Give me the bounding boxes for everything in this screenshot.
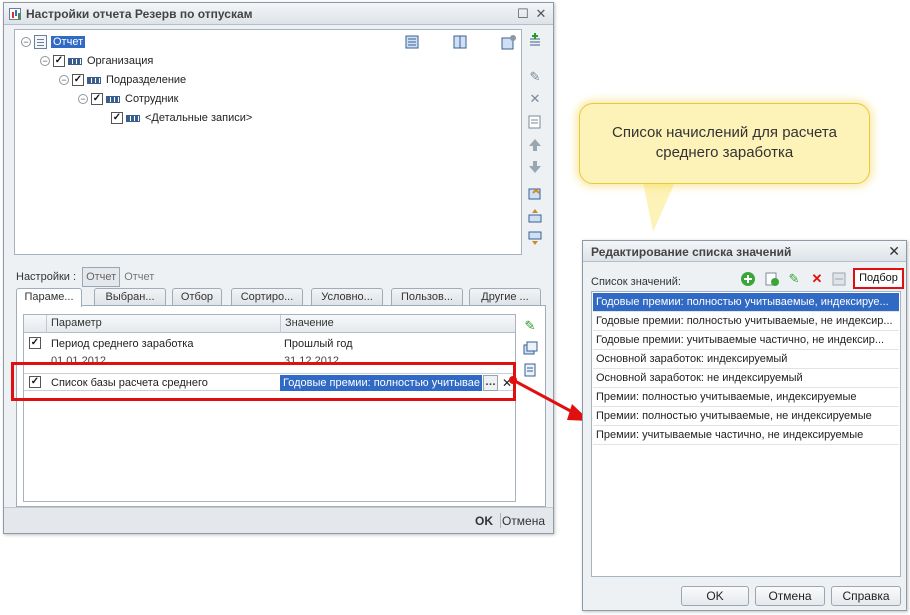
list-item[interactable]: Премии: полностью учитываемые, индексиру…: [593, 388, 899, 407]
select-button[interactable]: Подбор: [853, 268, 904, 289]
list-label: Список значений:: [591, 276, 681, 288]
list-item[interactable]: Премии: полностью учитываемые, не индекс…: [593, 407, 899, 426]
list-item[interactable]: Основной заработок: не индексируемый: [593, 369, 899, 388]
list-item[interactable]: Годовые премии: полностью учитываемые, и…: [593, 293, 899, 312]
window-title: Редактирование списка значений: [591, 245, 792, 259]
edit-icon[interactable]: ✎: [786, 271, 802, 287]
copy-icon[interactable]: [764, 271, 780, 287]
delete-icon[interactable]: ✕: [809, 271, 825, 287]
callout-line-1: Список начислений для расчета: [612, 124, 837, 141]
ok-button[interactable]: OK: [681, 586, 749, 606]
close-icon[interactable]: ✕: [888, 243, 900, 260]
callout-line-2: среднего заработка: [655, 144, 794, 161]
list-item[interactable]: Годовые премии: полностью учитываемые, н…: [593, 312, 899, 331]
add-icon[interactable]: [740, 271, 756, 287]
list-item[interactable]: Основной заработок: индексируемый: [593, 350, 899, 369]
list-item[interactable]: Годовые премии: учитываемые частично, не…: [593, 331, 899, 350]
list-icon[interactable]: [831, 271, 847, 287]
list-item[interactable]: Премии: учитываемые частично, не индекси…: [593, 426, 899, 445]
callout-note: Список начислений для расчета среднего з…: [579, 103, 870, 184]
tab-parameters[interactable]: Параме...: [16, 288, 82, 307]
value-list-editor-window: Редактирование списка значений ✕ Список …: [582, 240, 907, 611]
value-list[interactable]: Годовые премии: полностью учитываемые, и…: [591, 291, 901, 577]
help-button[interactable]: Справка: [831, 586, 901, 606]
callout-tail: [643, 182, 675, 232]
title-bar: Редактирование списка значений ✕: [583, 241, 906, 262]
cancel-button[interactable]: Отмена: [755, 586, 825, 606]
